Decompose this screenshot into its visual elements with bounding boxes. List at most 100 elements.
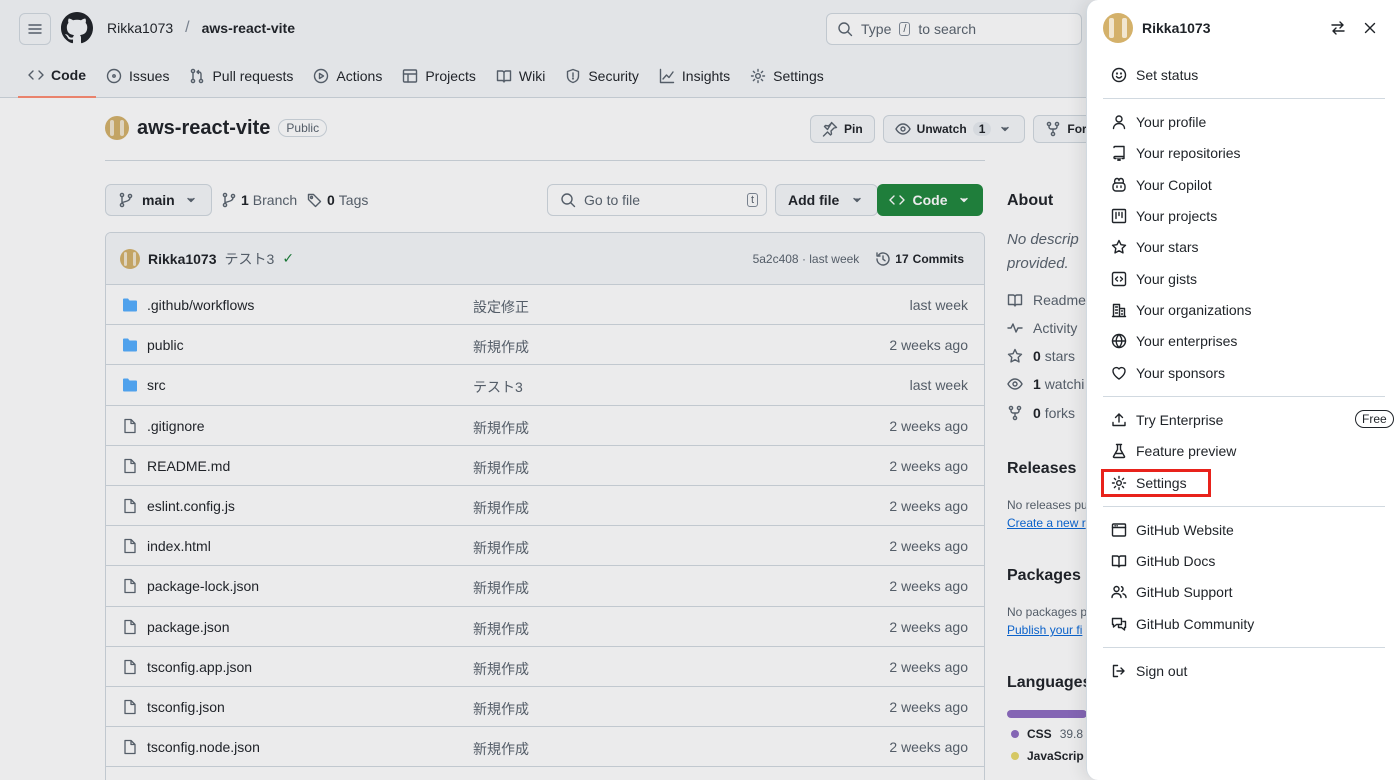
table-row[interactable]: eslint.config.js 新規作成 2 weeks ago [106,486,984,527]
table-row[interactable]: tsconfig.json 新規作成 2 weeks ago [106,687,984,728]
tab-issues[interactable]: Issues [96,58,179,94]
your-gists-item[interactable]: Your gists [1103,265,1383,293]
file-name[interactable]: tsconfig.app.json [147,659,252,675]
unwatch-button[interactable]: Unwatch 1 [882,115,1026,143]
breadcrumb-owner-link[interactable]: Rikka1073 [107,20,173,36]
publish-package-link[interactable]: Publish your fi [1007,623,1082,637]
table-row[interactable]: index.html 新規作成 2 weeks ago [106,526,984,567]
file-commit-message[interactable]: 新規作成 [473,619,529,639]
table-row[interactable]: tsconfig.app.json 新規作成 2 weeks ago [106,647,984,687]
feature-preview-item[interactable]: Feature preview [1103,437,1383,465]
github-docs-item[interactable]: GitHub Docs [1103,547,1383,575]
tab-pull-requests[interactable]: Pull requests [179,58,303,94]
your-organizations-item[interactable]: Your organizations [1103,296,1383,324]
table-row[interactable]: src テスト3 last week [106,365,984,406]
file-icon [122,538,138,554]
forks-link[interactable]: 0 forks [1007,405,1075,421]
commit-message[interactable]: テスト3 [225,249,275,269]
file-name[interactable]: README.md [147,458,230,474]
your-profile-item[interactable]: Your profile [1103,108,1383,136]
file-name[interactable]: .gitignore [147,418,205,434]
activity-link[interactable]: Activity [1007,320,1077,336]
table-row[interactable]: .github/workflows 設定修正 last week [106,285,984,326]
language-css[interactable]: CSS 39.8 [1011,727,1083,741]
pin-button[interactable]: Pin [810,115,875,143]
github-support-item[interactable]: GitHub Support [1103,578,1383,606]
file-commit-message[interactable]: 新規作成 [473,337,529,357]
hamburger-menu-button[interactable] [19,13,51,45]
file-commit-message[interactable]: 新規作成 [473,538,529,558]
add-file-button[interactable]: Add file [775,184,879,216]
your-repositories-item[interactable]: Your repositories [1103,139,1383,167]
repo-title[interactable]: aws-react-vite [137,117,270,140]
file-commit-message[interactable]: 新規作成 [473,458,529,478]
tab-insights[interactable]: Insights [649,58,740,94]
readme-link[interactable]: Readme [1007,292,1086,308]
breadcrumb-repo-link[interactable]: aws-react-vite [202,20,295,36]
table-row[interactable]: tsconfig.node.json 新規作成 2 weeks ago [106,727,984,768]
file-name[interactable]: tsconfig.node.json [147,739,260,755]
tab-projects[interactable]: Projects [392,58,486,94]
file-commit-message[interactable]: 新規作成 [473,418,529,438]
sign-out-item[interactable]: Sign out [1103,657,1383,685]
tab-actions[interactable]: Actions [303,58,392,94]
tab-settings[interactable]: Settings [740,58,834,94]
commit-author-avatar[interactable] [120,248,140,269]
your-copilot-item[interactable]: Your Copilot [1103,171,1383,199]
file-name[interactable]: package.json [147,619,230,635]
file-commit-message[interactable]: 新規作成 [473,699,529,719]
search-suffix: to search [918,21,977,37]
file-commit-message[interactable]: 新規作成 [473,739,529,759]
table-row[interactable]: public 新規作成 2 weeks ago [106,325,984,366]
file-commit-message[interactable]: テスト3 [473,377,523,397]
file-name[interactable]: public [147,337,184,353]
owner-avatar[interactable] [105,116,129,140]
tab-security[interactable]: Security [555,58,649,94]
releases-title[interactable]: Releases [1007,460,1076,478]
file-name[interactable]: src [147,377,166,393]
switch-account-icon[interactable] [1330,20,1346,36]
check-icon[interactable]: ✓ [282,250,294,267]
file-name[interactable]: .github/workflows [147,297,254,313]
commit-author[interactable]: Rikka1073 [148,251,217,267]
file-icon [122,418,138,434]
tab-code[interactable]: Code [18,58,96,98]
watching-link[interactable]: 1 watchi [1007,376,1084,392]
branches-link[interactable]: 1 Branch [221,192,297,208]
try-enterprise-item[interactable]: Try Enterprise Free [1103,406,1394,434]
table-row[interactable]: package.json 新規作成 2 weeks ago [106,607,984,647]
your-projects-item[interactable]: Your projects [1103,202,1383,230]
file-name[interactable]: index.html [147,538,211,554]
branch-selector-button[interactable]: main [105,184,212,216]
stars-link[interactable]: 0 stars [1007,348,1075,364]
create-release-link[interactable]: Create a new r [1007,516,1086,530]
commit-hash-time[interactable]: 5a2c408 · last week [753,252,860,266]
file-commit-message[interactable]: 新規作成 [473,498,529,518]
file-name[interactable]: package-lock.json [147,578,259,594]
set-status-item[interactable]: Set status [1103,61,1383,89]
language-javascript[interactable]: JavaScrip [1011,749,1084,763]
commits-link[interactable]: 17 Commits [875,251,964,267]
your-sponsors-item[interactable]: Your sponsors [1103,359,1383,387]
close-icon[interactable] [1362,20,1378,36]
file-name[interactable]: tsconfig.json [147,699,225,715]
github-logo-icon[interactable] [61,12,93,44]
table-row[interactable]: README.md 新規作成 2 weeks ago [106,446,984,486]
tab-wiki[interactable]: Wiki [486,58,555,94]
file-commit-message[interactable]: 新規作成 [473,578,529,598]
your-stars-item[interactable]: Your stars [1103,233,1383,261]
file-commit-message[interactable]: 新規作成 [473,659,529,679]
tags-link[interactable]: 0 Tags [307,192,368,208]
file-icon [122,498,138,514]
github-website-item[interactable]: GitHub Website [1103,516,1383,544]
go-to-file-input[interactable]: Go to file t [547,184,767,216]
packages-title[interactable]: Packages [1007,567,1081,585]
your-enterprises-item[interactable]: Your enterprises [1103,327,1383,355]
file-commit-message[interactable]: 設定修正 [473,297,529,317]
table-row[interactable]: package-lock.json 新規作成 2 weeks ago [106,566,984,607]
github-community-item[interactable]: GitHub Community [1103,610,1383,638]
code-button[interactable]: Code [877,184,983,216]
menu-divider [1103,396,1385,397]
file-name[interactable]: eslint.config.js [147,498,235,514]
table-row[interactable]: .gitignore 新規作成 2 weeks ago [106,406,984,446]
